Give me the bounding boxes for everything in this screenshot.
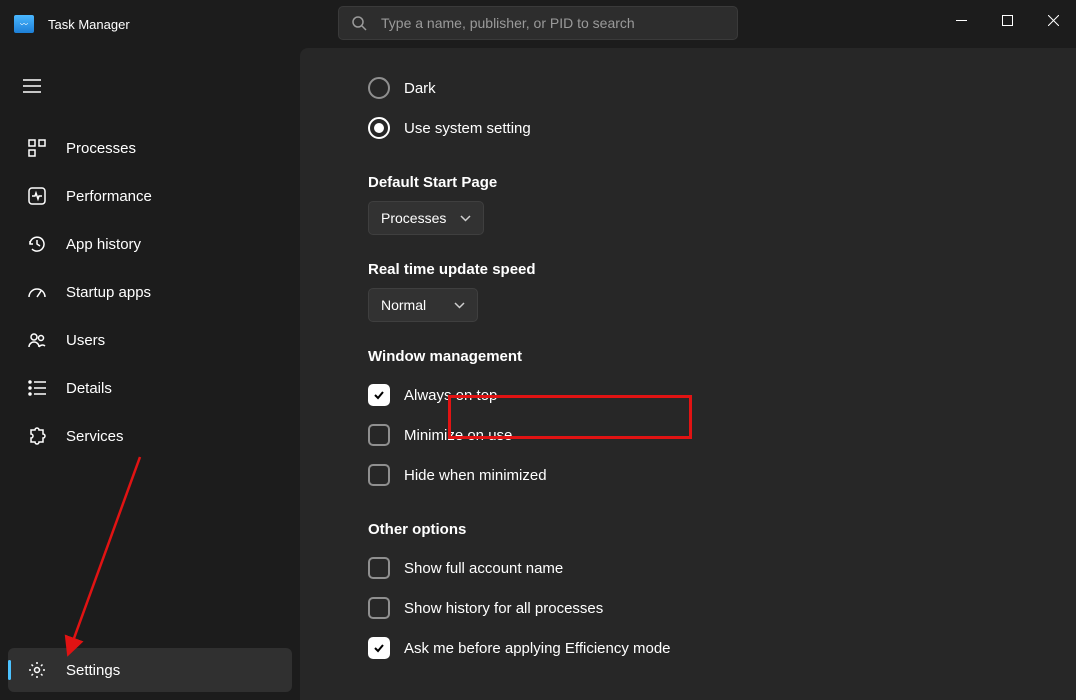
content-area: Dark Use system setting Default Start Pa… (300, 48, 1076, 700)
radio-label: Use system setting (404, 120, 531, 137)
checkbox-icon (368, 424, 390, 446)
search-placeholder: Type a name, publisher, or PID to search (381, 15, 635, 31)
maximize-button[interactable] (984, 0, 1030, 40)
list-icon (26, 380, 48, 396)
search-input[interactable]: Type a name, publisher, or PID to search (338, 6, 738, 40)
theme-system-radio[interactable]: Use system setting (368, 108, 1076, 148)
dropdown-value: Processes (381, 210, 446, 226)
hamburger-button[interactable] (10, 66, 54, 106)
section-default-start-page: Default Start Page (368, 174, 1076, 191)
gauge-icon (26, 283, 48, 301)
sidebar-item-users[interactable]: Users (8, 318, 292, 362)
checkbox-icon (368, 557, 390, 579)
users-icon (26, 331, 48, 349)
checkbox-label: Always on top (404, 387, 497, 404)
minimize-button[interactable] (938, 0, 984, 40)
radio-icon (368, 77, 390, 99)
app-icon: 〰 (14, 15, 34, 33)
sidebar-item-settings[interactable]: Settings (8, 648, 292, 692)
section-other-options: Other options (368, 521, 1076, 538)
sidebar-item-label: Details (66, 380, 112, 397)
checkbox-label: Show full account name (404, 560, 563, 577)
section-update-speed: Real time update speed (368, 261, 1076, 278)
puzzle-icon (26, 427, 48, 445)
sidebar: Processes Performance App history Startu… (0, 48, 300, 700)
checkbox-label: Hide when minimized (404, 467, 547, 484)
history-icon (26, 235, 48, 253)
window-controls (938, 0, 1076, 40)
sidebar-item-app-history[interactable]: App history (8, 222, 292, 266)
minimize-on-use-checkbox[interactable]: Minimize on use (368, 415, 1076, 455)
sidebar-item-label: Performance (66, 188, 152, 205)
sidebar-item-label: Startup apps (66, 284, 151, 301)
checkbox-icon (368, 637, 390, 659)
show-history-all-checkbox[interactable]: Show history for all processes (368, 588, 1076, 628)
sidebar-item-services[interactable]: Services (8, 414, 292, 458)
radio-label: Dark (404, 80, 436, 97)
chevron-down-icon (460, 215, 471, 222)
update-speed-dropdown[interactable]: Normal (368, 288, 478, 322)
checkbox-icon (368, 464, 390, 486)
checkbox-label: Show history for all processes (404, 600, 603, 617)
search-icon (351, 15, 367, 31)
grid-icon (26, 139, 48, 157)
sidebar-item-label: App history (66, 236, 141, 253)
theme-dark-radio[interactable]: Dark (368, 68, 1076, 108)
close-button[interactable] (1030, 0, 1076, 40)
always-on-top-checkbox[interactable]: Always on top (368, 375, 1076, 415)
ask-efficiency-checkbox[interactable]: Ask me before applying Efficiency mode (368, 628, 1076, 668)
checkbox-icon (368, 597, 390, 619)
checkbox-label: Ask me before applying Efficiency mode (404, 640, 671, 657)
sidebar-item-details[interactable]: Details (8, 366, 292, 410)
titlebar: 〰 Task Manager Type a name, publisher, o… (0, 0, 1076, 48)
sidebar-item-label: Users (66, 332, 105, 349)
checkbox-icon (368, 384, 390, 406)
hide-when-minimized-checkbox[interactable]: Hide when minimized (368, 455, 1076, 495)
show-full-account-checkbox[interactable]: Show full account name (368, 548, 1076, 588)
sidebar-item-label: Processes (66, 140, 136, 157)
app-title: Task Manager (48, 17, 130, 32)
hamburger-icon (23, 79, 41, 93)
chevron-down-icon (454, 302, 465, 309)
section-window-management: Window management (368, 348, 1076, 365)
sidebar-item-performance[interactable]: Performance (8, 174, 292, 218)
radio-icon (368, 117, 390, 139)
gear-icon (26, 661, 48, 679)
sidebar-item-label: Services (66, 428, 124, 445)
checkbox-label: Minimize on use (404, 427, 512, 444)
sidebar-item-startup-apps[interactable]: Startup apps (8, 270, 292, 314)
sidebar-item-label: Settings (66, 662, 120, 679)
dropdown-value: Normal (381, 297, 426, 313)
sidebar-item-processes[interactable]: Processes (8, 126, 292, 170)
heartbeat-icon (26, 187, 48, 205)
start-page-dropdown[interactable]: Processes (368, 201, 484, 235)
